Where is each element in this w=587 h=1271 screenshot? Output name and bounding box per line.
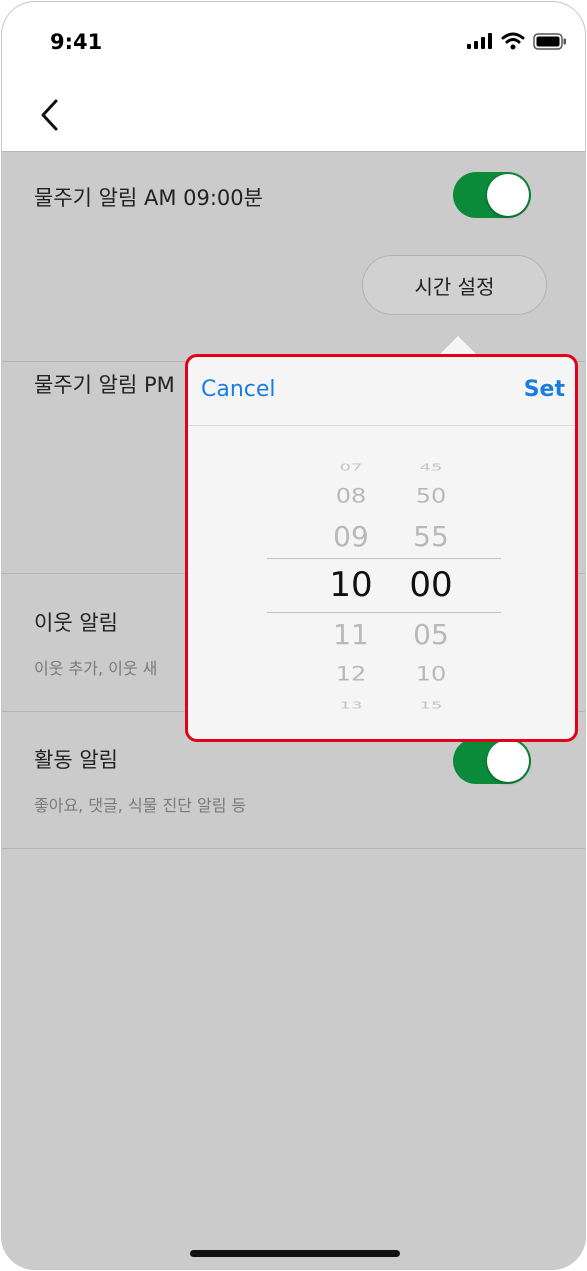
time-picker-popup: Cancel Set 07 08 09 10 11 12 13 45 50 55… xyxy=(185,354,578,742)
hour-option[interactable]: 12 xyxy=(311,663,391,686)
picker-header: Cancel Set xyxy=(188,357,575,426)
wifi-icon xyxy=(501,32,525,50)
minute-option-selected[interactable]: 00 xyxy=(391,565,471,605)
hour-option[interactable]: 11 xyxy=(311,618,391,651)
cancel-button[interactable]: Cancel xyxy=(201,377,276,402)
water-am-toggle[interactable] xyxy=(453,172,531,218)
minute-option[interactable]: 15 xyxy=(391,700,471,712)
minute-option[interactable]: 55 xyxy=(391,520,471,553)
selection-line-bottom xyxy=(267,612,501,613)
status-icons xyxy=(467,32,567,50)
row-neighbor-title: 이웃 알림 xyxy=(34,611,118,635)
toggle-knob xyxy=(487,174,529,216)
hour-option-selected[interactable]: 10 xyxy=(311,565,391,605)
minute-option[interactable]: 10 xyxy=(391,663,471,686)
battery-icon xyxy=(533,32,566,50)
row-water-pm-title: 물주기 알림 PM xyxy=(34,373,175,397)
minute-option[interactable]: 05 xyxy=(391,618,471,651)
phone-screen: 9:41 물주기 알림 AM 09:00분 시간 설정 물주기 알림 PM 이웃… xyxy=(1,1,586,1270)
row-activity-subtitle: 좋아요, 댓글, 식물 진단 알림 등 xyxy=(34,796,247,815)
row-activity-title: 활동 알림 xyxy=(34,748,118,772)
hour-option[interactable]: 08 xyxy=(311,485,391,508)
home-indicator[interactable] xyxy=(190,1250,400,1257)
row-water-am-title: 물주기 알림 AM 09:00분 xyxy=(34,186,263,210)
selection-line-top xyxy=(267,558,501,559)
hour-option[interactable]: 09 xyxy=(311,520,391,553)
minute-option[interactable]: 45 xyxy=(391,462,471,474)
chevron-left-icon[interactable] xyxy=(38,98,60,132)
top-bar: 9:41 xyxy=(2,2,585,152)
minute-option[interactable]: 50 xyxy=(391,485,471,508)
signal-icon xyxy=(467,33,492,49)
hour-option[interactable]: 13 xyxy=(311,700,391,712)
set-button[interactable]: Set xyxy=(524,377,565,402)
activity-toggle[interactable] xyxy=(453,738,531,784)
divider xyxy=(2,848,585,849)
hour-option[interactable]: 07 xyxy=(311,462,391,474)
status-time: 9:41 xyxy=(50,30,103,54)
toggle-knob xyxy=(487,740,529,782)
time-setting-button[interactable]: 시간 설정 xyxy=(362,255,547,315)
row-neighbor-subtitle: 이웃 추가, 이웃 새 xyxy=(34,659,158,678)
